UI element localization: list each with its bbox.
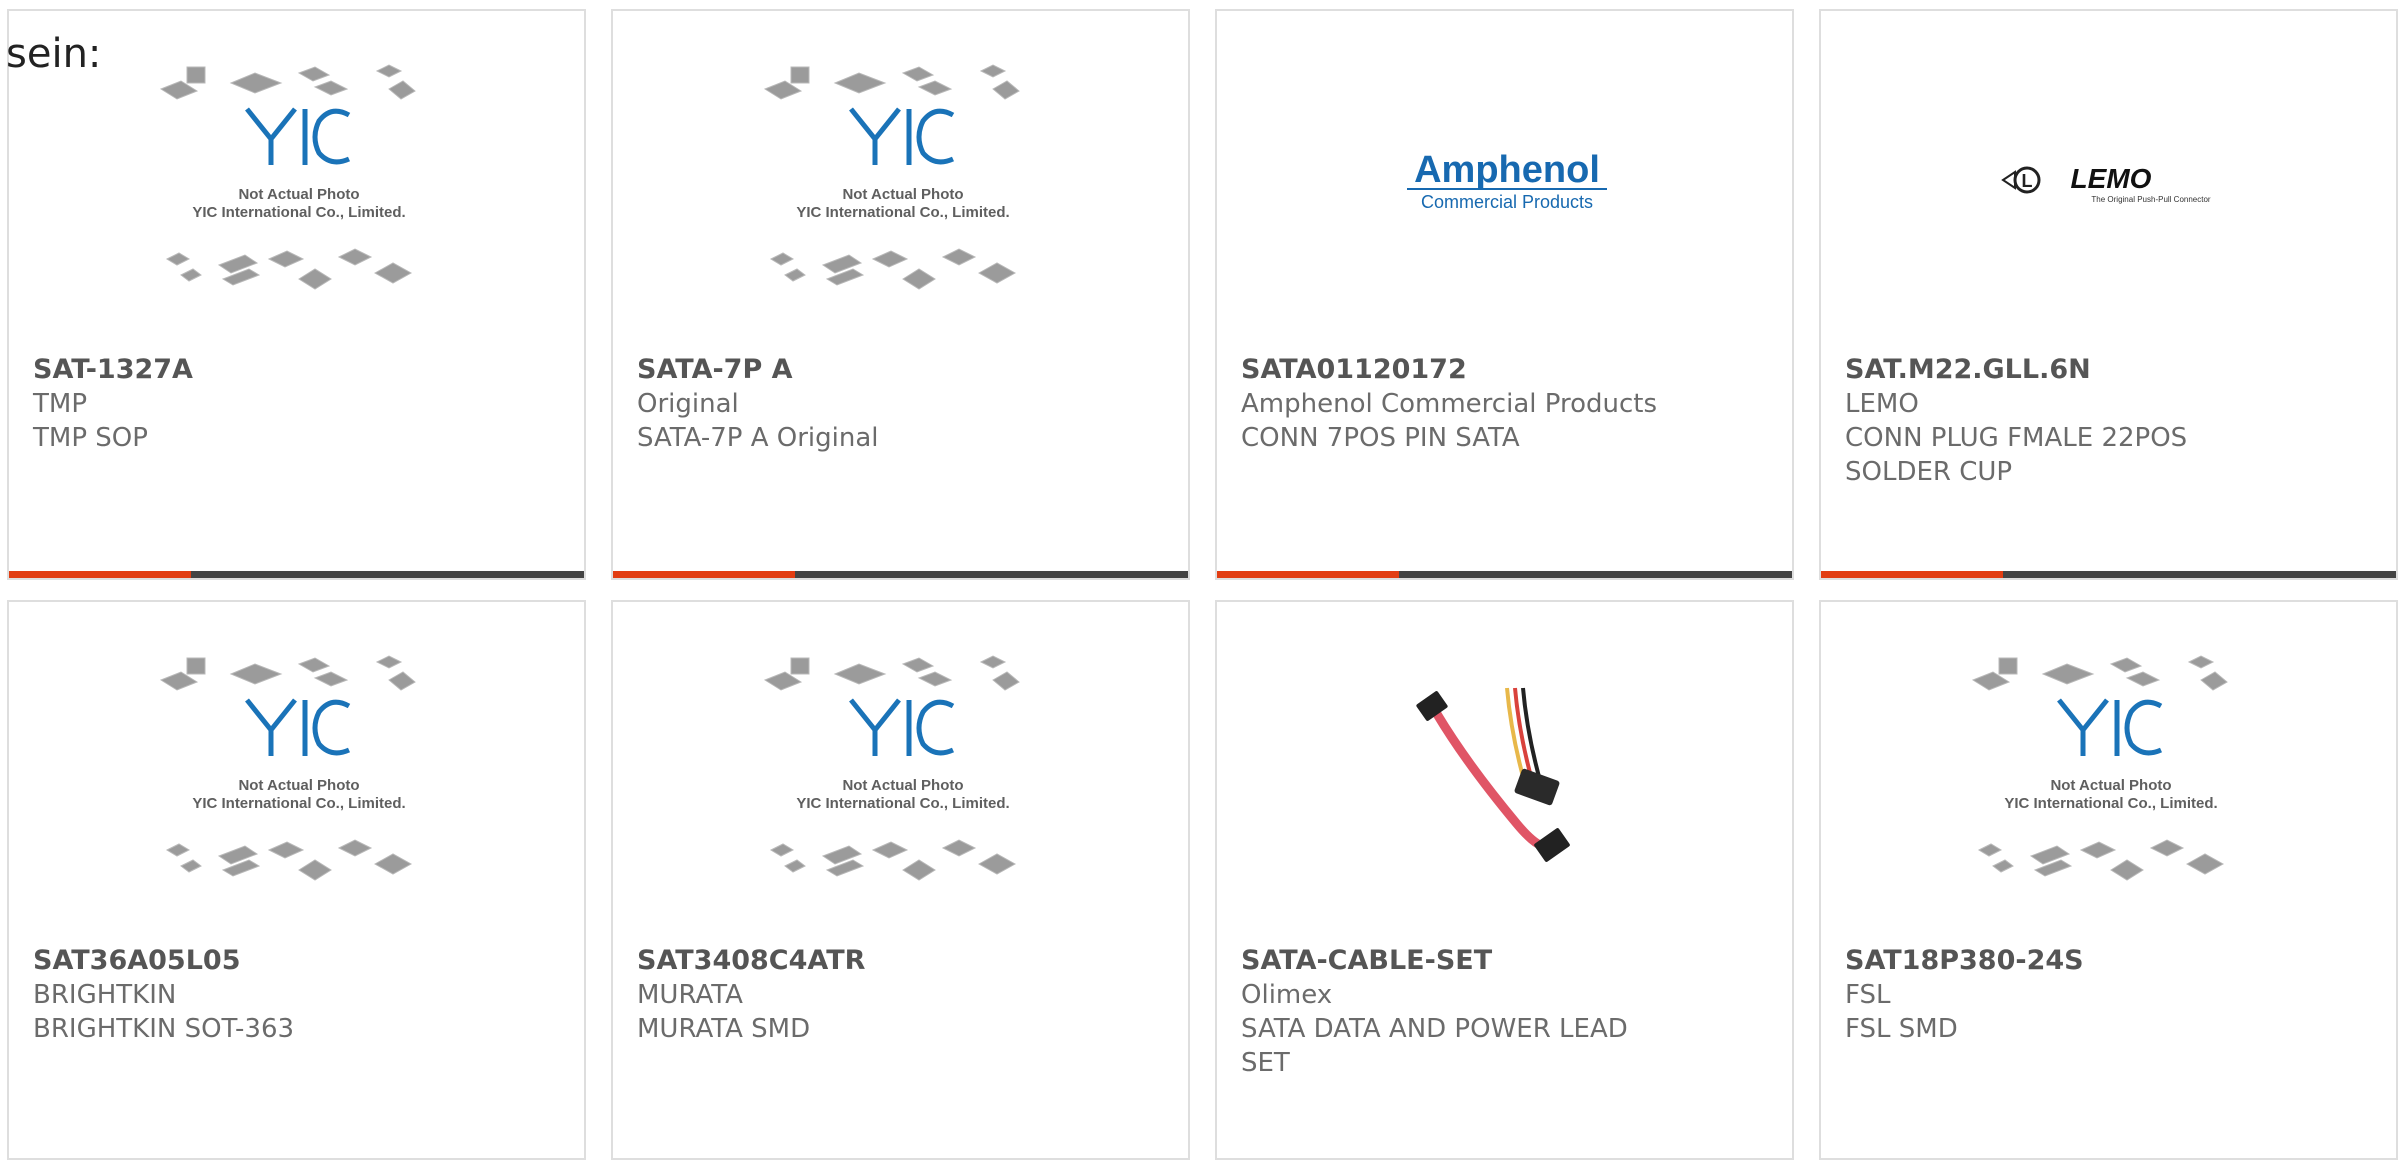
manufacturer: LEMO: [1845, 389, 1919, 419]
product-image-placeholder: Not Actual Photo YIC International Co., …: [615, 604, 1188, 944]
product-card[interactable]: Not Actual Photo YIC International Co., …: [7, 9, 586, 580]
product-card[interactable]: SATA-CABLE-SET Olimex SATA DATA AND POWE…: [1215, 600, 1794, 1160]
placeholder-line2: YIC International Co., Limited.: [796, 204, 1009, 221]
part-number[interactable]: SAT18P380-24S: [1845, 944, 2384, 978]
product-card[interactable]: Not Actual Photo YIC International Co., …: [611, 9, 1190, 580]
product-photo: [1219, 604, 1792, 944]
description: BRIGHTKIN SOT-363: [33, 1014, 295, 1044]
description: CONN PLUG FMALE 22POS SOLDER CUP: [1845, 423, 2188, 487]
manufacturer-logo: Amphenol Commercial Products: [1219, 13, 1792, 353]
placeholder-line1: Not Actual Photo: [842, 777, 963, 794]
manufacturer: TMP: [33, 389, 87, 419]
placeholder-line1: Not Actual Photo: [842, 186, 963, 203]
yic-placeholder-icon: Not Actual Photo YIC International Co., …: [159, 655, 416, 881]
amphenol-logo-name: Amphenol: [1414, 149, 1600, 191]
description: FSL SMD: [1845, 1014, 1958, 1044]
yic-placeholder-icon: Not Actual Photo YIC International Co., …: [763, 64, 1020, 290]
part-number[interactable]: SAT36A05L05: [33, 944, 572, 978]
sata-cable-icon: [1415, 687, 1570, 862]
placeholder-line2: YIC International Co., Limited.: [796, 795, 1009, 812]
product-card[interactable]: Not Actual Photo YIC International Co., …: [1819, 600, 2398, 1160]
product-image-placeholder: Not Actual Photo YIC International Co., …: [615, 13, 1188, 353]
card-accent-bar: [9, 571, 584, 578]
manufacturer: Original: [637, 389, 739, 419]
lead-text: sein:: [6, 31, 102, 77]
description: SATA DATA AND POWER LEAD SET: [1241, 1014, 1628, 1078]
manufacturer: Olimex: [1241, 980, 1333, 1010]
placeholder-line1: Not Actual Photo: [238, 186, 359, 203]
part-number[interactable]: SATA01120172: [1241, 353, 1780, 387]
description: SATA-7P A Original: [637, 423, 879, 453]
product-image-placeholder: Not Actual Photo YIC International Co., …: [11, 604, 584, 944]
lemo-logo-icon: L LEMO The Original Push-Pull Connector: [2000, 163, 2211, 204]
part-number[interactable]: SAT3408C4ATR: [637, 944, 1176, 978]
placeholder-line2: YIC International Co., Limited.: [192, 795, 405, 812]
part-number[interactable]: SATA-CABLE-SET: [1241, 944, 1780, 978]
yic-placeholder-icon: Not Actual Photo YIC International Co., …: [763, 655, 1020, 881]
manufacturer: Amphenol Commercial Products: [1241, 389, 1657, 419]
product-image-placeholder: Not Actual Photo YIC International Co., …: [1823, 604, 2396, 944]
part-number[interactable]: SAT.M22.GLL.6N: [1845, 353, 2384, 387]
product-card[interactable]: Not Actual Photo YIC International Co., …: [7, 600, 586, 1160]
product-card[interactable]: L LEMO The Original Push-Pull Connector …: [1819, 9, 2398, 580]
card-accent-bar: [1217, 571, 1792, 578]
manufacturer: FSL: [1845, 980, 1891, 1010]
lemo-logo-tagline: The Original Push-Pull Connector: [2091, 195, 2211, 204]
placeholder-line2: YIC International Co., Limited.: [2004, 795, 2217, 812]
product-card[interactable]: Not Actual Photo YIC International Co., …: [611, 600, 1190, 1160]
amphenol-logo-sub: Commercial Products: [1420, 192, 1592, 212]
yic-placeholder-icon: Not Actual Photo YIC International Co., …: [159, 64, 416, 290]
amphenol-logo-icon: Amphenol Commercial Products: [1406, 149, 1607, 212]
description: TMP SOP: [33, 423, 148, 453]
part-number[interactable]: SAT-1327A: [33, 353, 572, 387]
manufacturer-logo: L LEMO The Original Push-Pull Connector: [1823, 13, 2396, 353]
svg-text:L: L: [2021, 171, 2032, 191]
description: MURATA SMD: [637, 1014, 811, 1044]
manufacturer: MURATA: [637, 980, 743, 1010]
yic-placeholder-icon: Not Actual Photo YIC International Co., …: [1971, 655, 2228, 881]
card-accent-bar: [613, 571, 1188, 578]
lemo-logo-name: LEMO: [2070, 163, 2151, 194]
placeholder-line2: YIC International Co., Limited.: [192, 204, 405, 221]
placeholder-line1: Not Actual Photo: [2050, 777, 2171, 794]
manufacturer: BRIGHTKIN: [33, 980, 177, 1010]
product-card[interactable]: Amphenol Commercial Products SATA0112017…: [1215, 9, 1794, 580]
part-number[interactable]: SATA-7P A: [637, 353, 1176, 387]
description: CONN 7POS PIN SATA: [1241, 423, 1520, 453]
card-accent-bar: [1821, 571, 2396, 578]
placeholder-line1: Not Actual Photo: [238, 777, 359, 794]
